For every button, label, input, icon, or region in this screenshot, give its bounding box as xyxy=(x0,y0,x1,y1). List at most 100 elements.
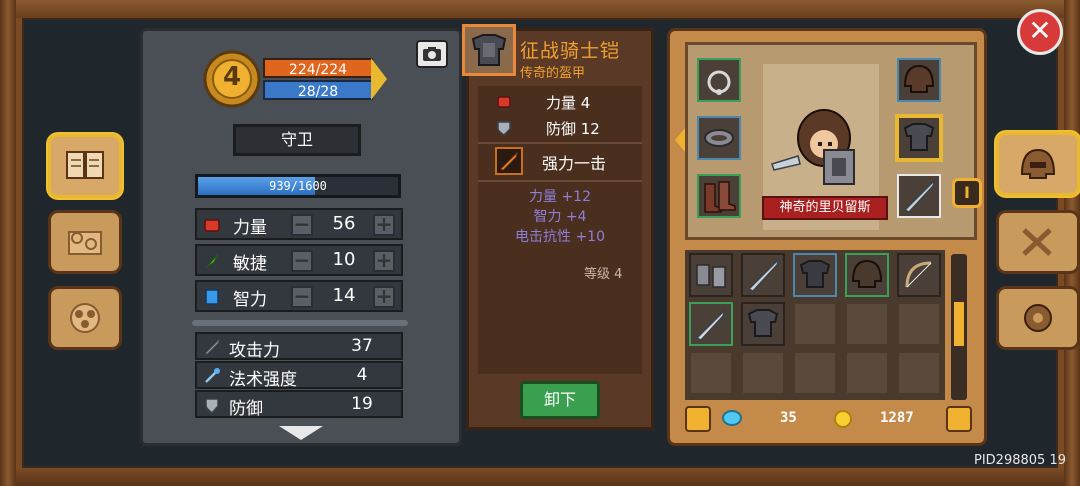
inventory-slot[interactable] xyxy=(845,253,889,297)
sword-icon xyxy=(695,309,726,341)
inventory-slot-empty[interactable] xyxy=(897,302,941,346)
increase-strength-button[interactable]: + xyxy=(373,214,395,236)
inventory-slot[interactable] xyxy=(793,253,837,297)
equip-slot-helmet[interactable] xyxy=(897,58,941,102)
gem-icon xyxy=(722,410,742,426)
coin-count: 1287 xyxy=(880,410,914,426)
item-stat-label: 力量 4 xyxy=(546,94,591,112)
stat-value: 4 xyxy=(356,365,368,385)
inventory-scroll-thumb[interactable] xyxy=(954,302,964,346)
increase-agility-button[interactable]: + xyxy=(373,250,395,272)
book-icon xyxy=(205,289,219,305)
inventory-slot[interactable] xyxy=(689,253,733,297)
armor-icon xyxy=(903,123,935,151)
level-value: 4 xyxy=(222,62,242,92)
stat-label: 防御 xyxy=(229,399,263,419)
sort-grid-button[interactable] xyxy=(946,406,972,432)
item-name: 征战骑士铠 xyxy=(520,40,621,62)
section-divider xyxy=(192,320,408,326)
item-level: 等级 4 xyxy=(584,267,623,282)
inventory-slot-empty[interactable] xyxy=(845,302,889,346)
journal-tab-button[interactable] xyxy=(48,134,122,198)
fist-icon xyxy=(204,219,220,232)
item-stat-strength: 力量 4 xyxy=(490,92,640,114)
shield-icon xyxy=(205,398,219,414)
player-id: PID298805 19 xyxy=(974,453,1066,468)
inventory-slot-empty[interactable] xyxy=(845,351,889,395)
decrease-strength-button[interactable]: − xyxy=(291,214,313,236)
inventory-slot-empty[interactable] xyxy=(741,351,785,395)
equip-slot-necklace[interactable] xyxy=(697,58,741,102)
mana-bar: 28/28 xyxy=(263,80,373,100)
inventory-slot[interactable] xyxy=(741,302,785,346)
inventory-slot-empty[interactable] xyxy=(793,351,837,395)
inventory-slot[interactable] xyxy=(897,253,941,297)
stat-row-defense: 防御 19 xyxy=(195,390,403,419)
stat-row-spell-power: 法术强度 4 xyxy=(195,361,403,390)
close-button[interactable]: ✕ xyxy=(1017,9,1063,55)
orbs-icon xyxy=(70,303,100,333)
inventory-slot-empty[interactable] xyxy=(793,302,837,346)
scroll-icon xyxy=(68,231,102,255)
decrease-agility-button[interactable]: − xyxy=(291,250,313,272)
equip-slot-armor[interactable] xyxy=(897,116,941,160)
crafting-tab-button[interactable] xyxy=(996,210,1080,274)
attribute-value: 14 xyxy=(332,285,356,306)
bar-tip-decoration xyxy=(371,58,387,100)
class-name: 守卫 xyxy=(233,124,361,156)
equip-slot-belt[interactable] xyxy=(697,116,741,160)
armor-icon xyxy=(799,260,831,288)
shield-icon xyxy=(497,121,511,136)
book-icon xyxy=(66,151,104,179)
unequip-button[interactable]: 卸下 xyxy=(520,381,600,419)
item-stat-defense: 防御 12 xyxy=(490,118,640,140)
experience-text: 939/1600 xyxy=(269,179,327,193)
feather-icon xyxy=(205,253,219,269)
helmet-icon xyxy=(1020,148,1056,179)
item-stat-label: 防御 12 xyxy=(546,120,600,138)
decrease-intelligence-button[interactable]: − xyxy=(291,286,313,308)
spells-tab-button[interactable] xyxy=(48,286,122,350)
character-name-banner: 神奇的里贝留斯 xyxy=(762,196,888,220)
stat-value: 37 xyxy=(351,336,373,356)
settings-tab-button[interactable] xyxy=(996,286,1080,350)
equipment-set-tab[interactable]: I xyxy=(952,178,982,208)
selected-item-icon xyxy=(462,24,516,76)
inventory-slot[interactable] xyxy=(689,302,733,346)
stat-label: 法术强度 xyxy=(229,370,297,390)
lock-button[interactable] xyxy=(685,406,711,432)
equip-slot-weapon[interactable] xyxy=(897,174,941,218)
item-rarity-type: 传奇的盔甲 xyxy=(520,66,586,81)
stat-row-attack: 攻击力 37 xyxy=(195,332,403,361)
camera-button[interactable] xyxy=(416,40,448,68)
gear-icon xyxy=(1024,304,1052,332)
skills-tab-button[interactable] xyxy=(48,210,122,274)
helmet-icon xyxy=(903,64,935,93)
sword-icon xyxy=(205,339,220,355)
equip-slot-boots[interactable] xyxy=(697,174,741,218)
attribute-row-intelligence: 智力 − 14 + xyxy=(195,280,403,312)
equipment-tab-button[interactable] xyxy=(996,132,1080,196)
experience-bar: 939/1600 xyxy=(195,174,401,198)
spear-icon xyxy=(903,179,936,213)
inventory-slot-empty[interactable] xyxy=(897,351,941,395)
necklace-icon xyxy=(707,70,731,95)
boots-icon xyxy=(704,181,736,213)
bow-icon xyxy=(905,261,932,288)
power-strike-icon xyxy=(495,147,523,175)
armor-icon xyxy=(471,34,507,66)
attribute-row-agility: 敏捷 − 10 + xyxy=(195,244,403,276)
scroll-down-arrow-icon[interactable] xyxy=(279,426,323,440)
wand-icon xyxy=(205,368,220,383)
health-bar: 224/224 xyxy=(263,58,373,78)
armor-icon xyxy=(747,309,779,337)
detail-divider xyxy=(478,142,642,144)
gem-count: 35 xyxy=(780,410,797,426)
inventory-slot[interactable] xyxy=(741,253,785,297)
detail-divider xyxy=(478,180,642,182)
inventory-slot-empty[interactable] xyxy=(689,351,733,395)
wood-frame-top xyxy=(0,0,1080,18)
increase-intelligence-button[interactable]: + xyxy=(373,286,395,308)
crossed-tools-icon xyxy=(1022,228,1052,256)
left-arrow-icon xyxy=(675,128,685,152)
